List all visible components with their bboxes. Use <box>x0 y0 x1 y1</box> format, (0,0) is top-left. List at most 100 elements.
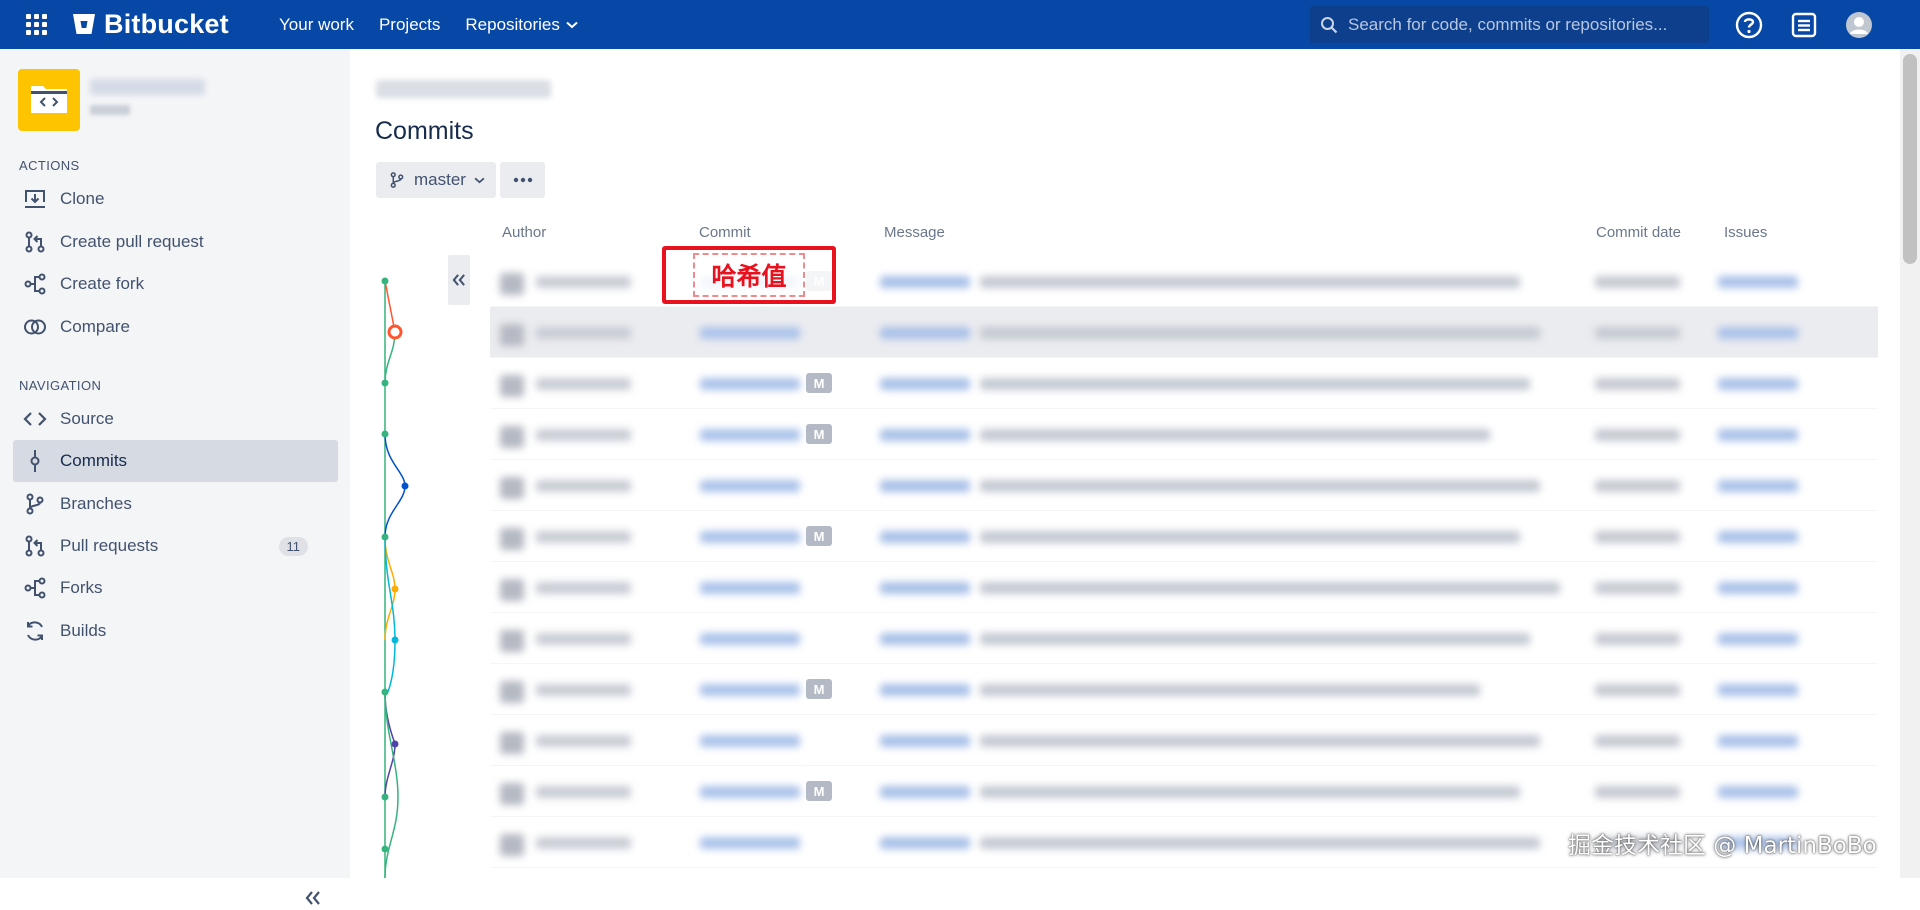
sidebar-item-source[interactable]: Source <box>13 398 338 440</box>
more-actions-button[interactable] <box>500 162 545 198</box>
commit-message-redacted <box>980 684 1480 696</box>
bitbucket-logo[interactable]: Bitbucket <box>72 10 229 38</box>
commit-row[interactable]: M <box>490 409 1878 460</box>
collapse-graph-button[interactable] <box>448 255 470 305</box>
message-link-redacted <box>880 378 970 390</box>
author-name-redacted <box>536 786 631 798</box>
sidebar-item-create-fork[interactable]: Create fork <box>13 263 338 305</box>
author-name-redacted <box>536 633 631 645</box>
issues-redacted <box>1718 531 1798 543</box>
commit-message-redacted <box>980 429 1490 441</box>
commit-icon <box>22 448 48 474</box>
code-folder-icon <box>31 86 67 113</box>
commit-message-redacted <box>980 276 1520 288</box>
commit-message-redacted <box>980 786 1520 798</box>
search-input[interactable] <box>1346 13 1690 36</box>
commit-message-redacted <box>980 582 1560 594</box>
breadcrumb-redacted <box>376 80 551 98</box>
commit-date-redacted <box>1595 633 1680 645</box>
message-link-redacted <box>880 582 970 594</box>
help-icon[interactable] <box>1735 11 1763 39</box>
column-header-issues: Issues <box>1724 224 1768 241</box>
sidebar-item-branches[interactable]: Branches <box>13 483 338 525</box>
commit-date-redacted <box>1595 327 1680 339</box>
commit-hash-redacted <box>700 531 800 543</box>
graph-node <box>381 793 389 801</box>
graph-node <box>381 430 389 438</box>
issues-redacted <box>1718 684 1798 696</box>
commit-row[interactable]: M <box>490 358 1878 409</box>
graph-node-current <box>387 324 403 340</box>
sidebar-item-forks[interactable]: Forks <box>13 567 338 609</box>
sidebar-item-label: Builds <box>60 621 107 640</box>
sidebar-item-create-pull-request[interactable]: Create pull request <box>13 221 338 263</box>
merge-badge: M <box>806 373 832 393</box>
notes-icon[interactable] <box>1790 11 1818 39</box>
sidebar: ACTIONS Clone Create pull request Create… <box>0 49 350 905</box>
graph-node <box>391 740 399 748</box>
commit-row[interactable]: M <box>490 511 1878 562</box>
sidebar-item-commits[interactable]: Commits <box>13 440 338 482</box>
commit-message-redacted <box>980 735 1540 747</box>
commit-row[interactable] <box>490 613 1878 664</box>
issues-redacted <box>1718 786 1798 798</box>
commit-row[interactable] <box>490 307 1878 358</box>
nav-projects[interactable]: Projects <box>379 15 440 35</box>
sidebar-item-label: Source <box>60 409 114 428</box>
sidebar-item-clone[interactable]: Clone <box>13 178 338 220</box>
commit-row[interactable]: M <box>490 664 1878 715</box>
issues-redacted <box>1718 276 1798 288</box>
author-avatar-redacted <box>500 834 524 856</box>
sidebar-item-builds[interactable]: Builds <box>13 610 338 652</box>
commit-row[interactable] <box>490 460 1878 511</box>
column-header-author: Author <box>502 224 547 241</box>
commit-hash-redacted <box>700 480 800 492</box>
graph-node <box>401 482 409 490</box>
commit-date-redacted <box>1595 684 1680 696</box>
watermark: 掘金技术社区 @ MartinBoBo <box>1568 833 1877 859</box>
scrollbar-thumb[interactable] <box>1903 54 1917 264</box>
nav-your-work[interactable]: Your work <box>279 15 354 35</box>
collapse-sidebar-icon[interactable] <box>305 891 321 910</box>
row-divider <box>490 867 1878 868</box>
author-avatar-redacted <box>500 579 524 601</box>
commit-date-redacted <box>1595 480 1680 492</box>
navigation-section-label: NAVIGATION <box>19 378 102 393</box>
branch-selector-button[interactable]: master <box>376 162 496 198</box>
repository-avatar[interactable] <box>18 69 80 131</box>
graph-node <box>381 379 389 387</box>
message-link-redacted <box>880 327 970 339</box>
user-avatar-icon[interactable] <box>1845 11 1873 39</box>
issues-redacted <box>1718 429 1798 441</box>
author-avatar-redacted <box>500 426 524 448</box>
fork-icon <box>22 271 48 297</box>
commit-hash-redacted <box>700 429 800 441</box>
commit-date-redacted <box>1595 786 1680 798</box>
commit-hash-redacted <box>700 378 800 390</box>
chevron-down-icon <box>474 177 485 183</box>
clone-icon <box>22 186 48 212</box>
chevron-down-icon <box>566 21 578 28</box>
search-box[interactable] <box>1310 6 1709 43</box>
nav-repositories[interactable]: Repositories <box>465 15 578 35</box>
repository-name-redacted <box>90 79 205 95</box>
commit-date-redacted <box>1595 429 1680 441</box>
more-dots-icon <box>513 177 532 183</box>
sidebar-item-label: Pull requests <box>60 536 159 555</box>
builds-icon <box>22 618 48 644</box>
commit-message-redacted <box>980 531 1520 543</box>
sidebar-item-compare[interactable]: Compare <box>13 306 338 348</box>
app-switcher-icon[interactable] <box>26 14 47 35</box>
graph-node <box>391 585 399 593</box>
commit-row[interactable] <box>490 562 1878 613</box>
author-name-redacted <box>536 327 631 339</box>
commit-row[interactable]: M <box>490 766 1878 817</box>
pull-request-icon <box>22 533 48 559</box>
commit-hash-redacted <box>700 837 800 849</box>
sidebar-item-label: Forks <box>60 578 103 597</box>
column-header-commit-date: Commit date <box>1596 224 1682 241</box>
author-avatar-redacted <box>500 273 524 295</box>
author-name-redacted <box>536 582 631 594</box>
commit-row[interactable] <box>490 715 1878 766</box>
sidebar-item-pull-requests[interactable]: Pull requests 11 <box>13 525 338 567</box>
